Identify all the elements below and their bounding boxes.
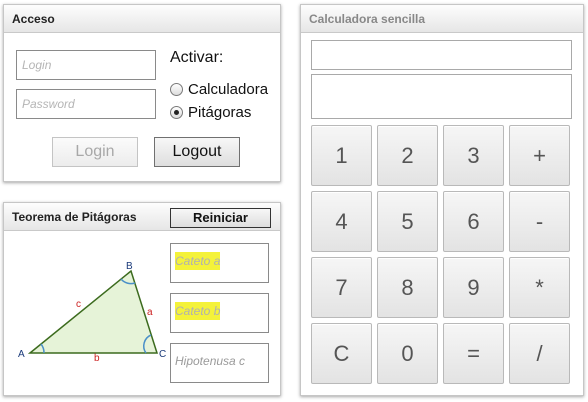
key-3[interactable]: 3 xyxy=(443,125,504,186)
key-4[interactable]: 4 xyxy=(311,191,372,252)
triangle-shape xyxy=(27,269,159,354)
radio-pitagoras-label: Pitágoras xyxy=(188,104,252,121)
pitagoras-header: Teorema de Pitágoras Reiniciar xyxy=(4,203,280,231)
calculadora-title: Calculadora sencilla xyxy=(301,5,583,33)
cateto-a-field[interactable]: Cateto a xyxy=(170,243,269,283)
triangle-diagram: A B C a b c xyxy=(18,261,166,364)
password-input[interactable] xyxy=(16,89,156,119)
acceso-panel: Acceso Activar: Calculadora Pitágoras Lo… xyxy=(3,4,281,182)
radio-calculadora[interactable]: Calculadora xyxy=(170,81,268,98)
hipotenusa-field[interactable]: Hipotenusa c xyxy=(170,343,269,383)
pitagoras-panel: Teorema de Pitágoras Reiniciar A B C a b… xyxy=(3,202,281,396)
calc-expression-display xyxy=(311,40,572,70)
vertex-b-label: B xyxy=(126,261,133,272)
key-6[interactable]: 6 xyxy=(443,191,504,252)
key-9[interactable]: 9 xyxy=(443,257,504,318)
key-5[interactable]: 5 xyxy=(377,191,438,252)
logout-button[interactable]: Logout xyxy=(154,137,240,167)
key-0[interactable]: 0 xyxy=(377,323,438,384)
login-button[interactable]: Login xyxy=(52,137,138,167)
cateto-b-field[interactable]: Cateto b xyxy=(170,293,269,333)
key-8[interactable]: 8 xyxy=(377,257,438,318)
radio-calculadora-circle[interactable] xyxy=(170,83,183,96)
key-equals[interactable]: = xyxy=(443,323,504,384)
side-c-label: c xyxy=(76,299,81,310)
pitagoras-title: Teorema de Pitágoras xyxy=(12,210,137,224)
cateto-a-placeholder: Cateto a xyxy=(175,252,221,270)
key-plus[interactable]: + xyxy=(509,125,570,186)
radio-pitagoras[interactable]: Pitágoras xyxy=(170,104,251,121)
side-a-label: a xyxy=(147,307,153,318)
vertex-c-label: C xyxy=(159,349,166,360)
reiniciar-button[interactable]: Reiniciar xyxy=(170,208,271,228)
calculadora-panel: Calculadora sencilla 1 2 3 +4 5 6- 7 8 9 * C 0 = / xyxy=(300,4,584,396)
radio-calculadora-label: Calculadora xyxy=(188,81,269,98)
cateto-b-placeholder: Cateto b xyxy=(175,302,221,320)
calc-result-display xyxy=(311,74,572,119)
vertex-a-label: A xyxy=(18,349,25,360)
key-2[interactable]: 2 xyxy=(377,125,438,186)
acceso-title: Acceso xyxy=(4,5,280,33)
key-divide[interactable]: / xyxy=(509,323,570,384)
key-1[interactable]: 1 xyxy=(311,125,372,186)
hipotenusa-placeholder: Hipotenusa c xyxy=(175,354,246,368)
login-input[interactable] xyxy=(16,50,156,80)
key-clear[interactable]: C xyxy=(311,323,372,384)
key-multiply[interactable]: * xyxy=(509,257,570,318)
side-b-label: b xyxy=(94,353,100,364)
key-7[interactable]: 7 xyxy=(311,257,372,318)
key-minus[interactable]: - xyxy=(509,191,570,252)
activar-label: Activar: xyxy=(170,49,224,66)
radio-pitagoras-circle[interactable] xyxy=(170,106,183,119)
